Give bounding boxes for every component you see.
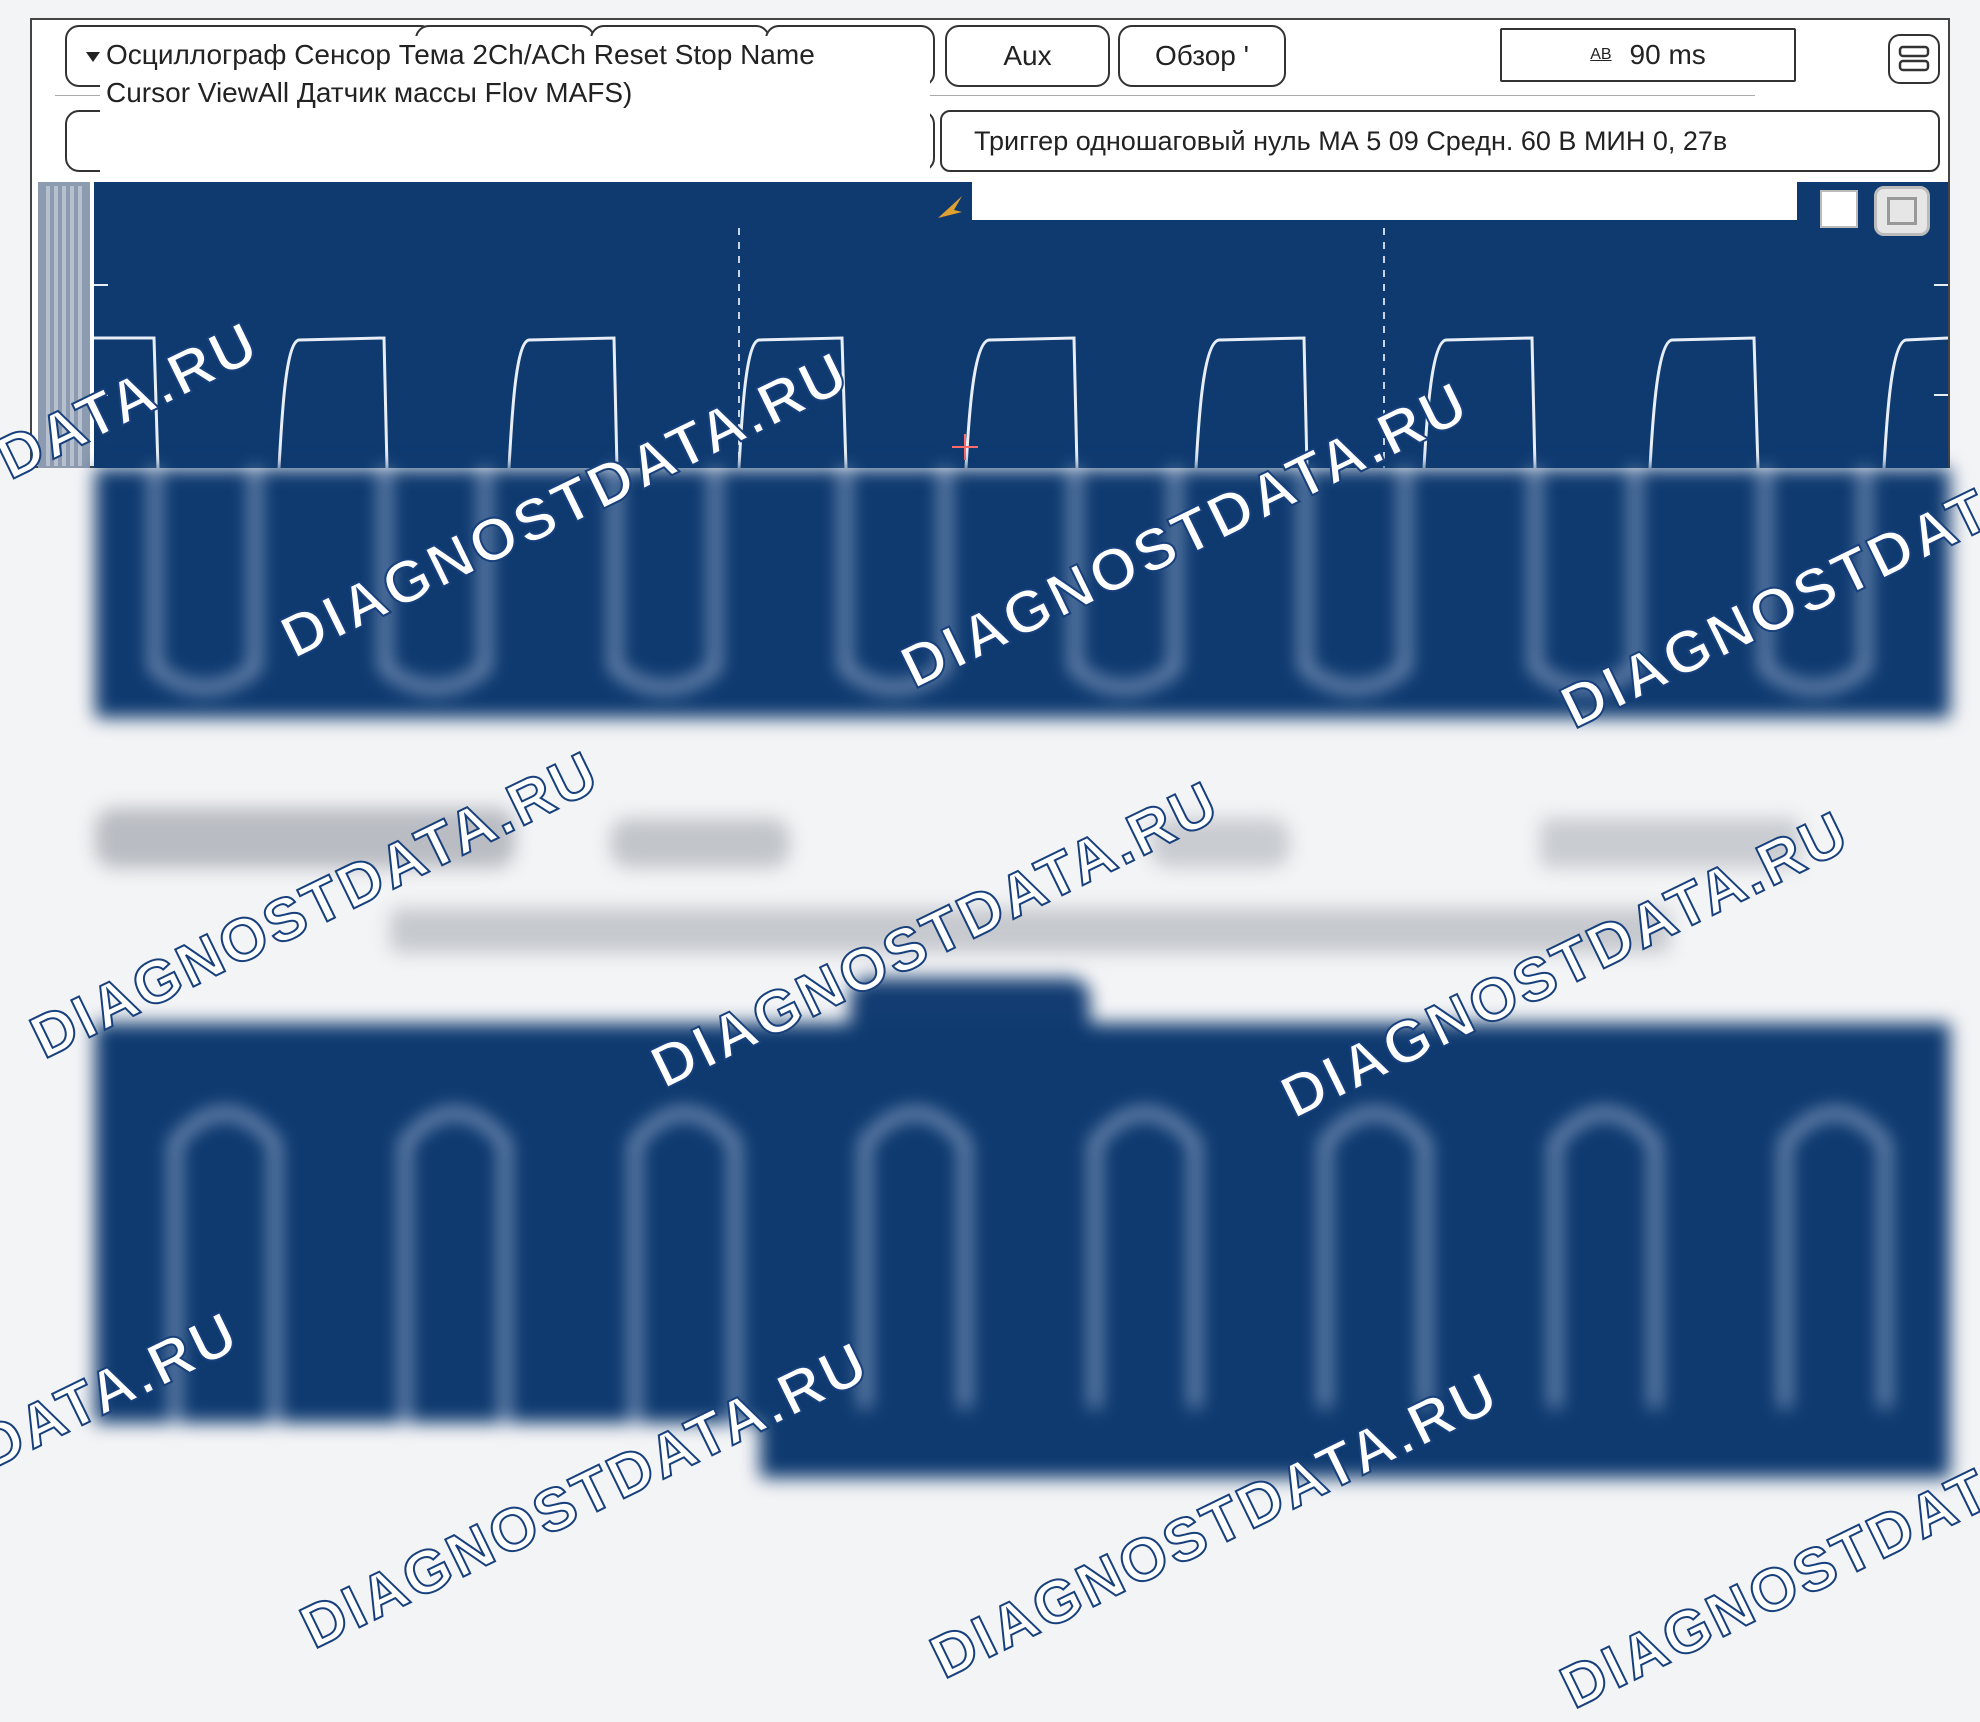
timebase-field[interactable]: AB 90 ms [1500, 28, 1796, 82]
trigger-bar[interactable]: Триггер одношаговый нуль МА 5 09 Средн. … [940, 110, 1940, 172]
timebase-value: 90 ms [1629, 39, 1706, 70]
overview-button[interactable]: Обзор ' [1118, 25, 1286, 87]
restore-icon[interactable] [1874, 186, 1930, 236]
aux-label: Aux [1003, 40, 1052, 71]
overview-label: Обзор ' [1155, 40, 1249, 71]
trigger-marker-icon[interactable] [934, 188, 968, 224]
menu-line-2: Cursor ViewAll Датчик массы Flov MAFS) [106, 77, 633, 108]
cursor-crosshair-icon[interactable] [952, 434, 978, 460]
view-toggle-icon[interactable] [1820, 190, 1858, 228]
blurred-toolbar-2 [610, 818, 790, 868]
menu-line-1: Осциллограф Сенсор Тема 2Ch/ACh Reset St… [106, 39, 815, 70]
aux-button[interactable]: Aux [945, 25, 1110, 87]
timebase-icon: AB [1590, 46, 1612, 63]
menu-arrow-icon [86, 52, 100, 62]
trigger-bar-text: Триггер одношаговый нуль МА 5 09 Средн. … [974, 125, 1728, 156]
blurred-waveform-screen-2 [95, 1023, 1950, 1423]
channel-info-strip [972, 180, 1797, 220]
upper-waveform-screen [94, 182, 1948, 468]
window-menu-icon[interactable] [1888, 34, 1940, 84]
